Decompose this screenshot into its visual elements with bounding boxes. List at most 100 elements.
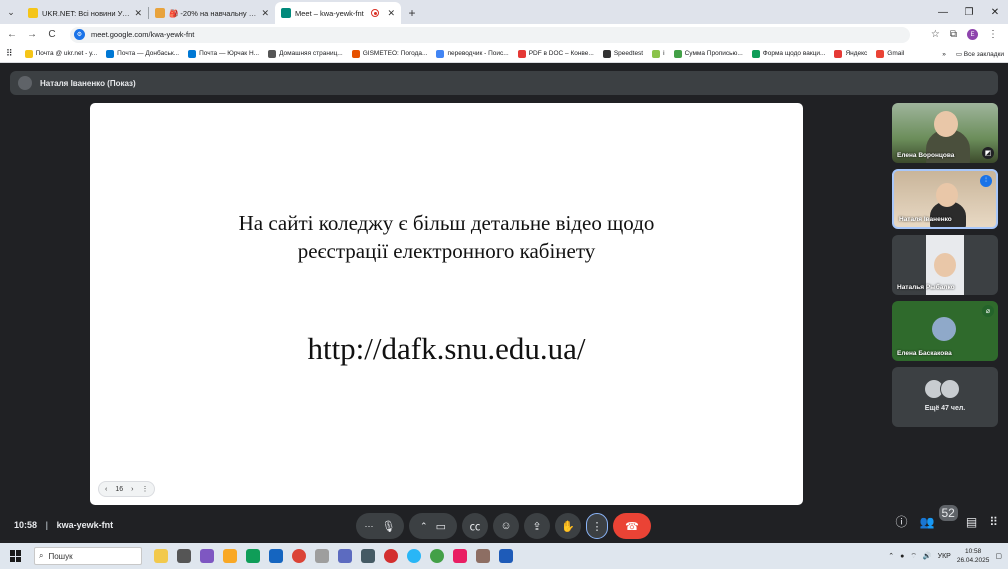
- present-icon: ⇪: [532, 520, 542, 533]
- extensions-icon[interactable]: ⧉: [950, 29, 957, 40]
- forward-icon[interactable]: →: [24, 29, 40, 40]
- bookmark-item[interactable]: Домашняя страниц...: [268, 49, 343, 58]
- profile-avatar[interactable]: E: [967, 29, 978, 40]
- task-view-icon[interactable]: [177, 549, 191, 563]
- bookmark-item[interactable]: Сумма Прописью...: [673, 49, 743, 58]
- outlook-icon[interactable]: [269, 549, 283, 563]
- more-audio-icon[interactable]: ⋯: [365, 521, 374, 532]
- bookmark-favicon-icon: [188, 49, 197, 58]
- chat-icon[interactable]: ▤: [966, 515, 977, 529]
- recording-icon: [371, 9, 380, 17]
- app-icon[interactable]: [315, 549, 329, 563]
- close-icon[interactable]: ✕: [134, 8, 142, 19]
- bookmark-item[interactable]: PDF в DOC – Конве...: [517, 49, 594, 58]
- microphone-button[interactable]: ⋯ 🎙: [356, 513, 404, 539]
- chrome-icon[interactable]: [292, 549, 306, 563]
- next-slide-icon[interactable]: ›: [131, 486, 133, 493]
- whatsapp-icon[interactable]: [430, 549, 444, 563]
- site-info-icon[interactable]: ⚙: [74, 29, 85, 40]
- participant-tile[interactable]: Елена Баскакова ⌀: [892, 301, 998, 361]
- bookmark-label: Почта — Донбаськ...: [117, 50, 180, 57]
- widgets-icon[interactable]: [154, 549, 168, 563]
- people-icon[interactable]: 👥52: [920, 504, 958, 529]
- photos-icon[interactable]: [476, 549, 490, 563]
- slide-line: реєстрації електронного кабінету: [297, 239, 596, 263]
- url-field[interactable]: ⚙ meet.google.com/kwa-yewk-fnt: [70, 26, 910, 43]
- participant-tile[interactable]: Наталя Іваненко ⦙: [892, 169, 998, 229]
- bookmark-item[interactable]: Почта @ ukr.net - у...: [24, 49, 97, 58]
- edge-icon[interactable]: [246, 549, 260, 563]
- menu-kebab-icon[interactable]: ⋮: [988, 29, 998, 40]
- chevron-up-icon[interactable]: ⌃: [888, 552, 894, 560]
- pager-menu-icon[interactable]: ⋮: [141, 485, 148, 493]
- file-explorer-icon[interactable]: [223, 549, 237, 563]
- close-icon[interactable]: ✕: [387, 8, 395, 19]
- clock-time: 10:58: [964, 548, 982, 555]
- tab-ukrnet[interactable]: UKR.NET: Всі новини України, ... ✕: [22, 2, 148, 24]
- taskbar-search[interactable]: ⌕ Пошук: [34, 547, 142, 565]
- close-icon[interactable]: ✕: [261, 8, 269, 19]
- ukrnet-favicon-icon: [28, 8, 38, 18]
- bookmark-item[interactable]: Почта — Юрчак Н...: [188, 49, 259, 58]
- all-bookmarks-button[interactable]: ▭ Все закладки: [956, 50, 1004, 58]
- bookmark-label: Домашняя страниц...: [279, 50, 343, 57]
- opera-icon[interactable]: [384, 549, 398, 563]
- bookmark-item[interactable]: Gmail: [876, 49, 904, 58]
- captions-button[interactable]: ㏄: [462, 513, 488, 539]
- tab-title: UKR.NET: Всі новини України, ...: [42, 8, 130, 18]
- bookmark-item[interactable]: Speedtest: [602, 49, 643, 58]
- restore-icon[interactable]: ❐: [956, 0, 982, 24]
- reload-icon[interactable]: C: [44, 29, 60, 40]
- more-participants-tile[interactable]: Ещё 47 чел.: [892, 367, 998, 427]
- telegram-icon[interactable]: [407, 549, 421, 563]
- new-tab-button[interactable]: +: [401, 2, 423, 24]
- more-options-button[interactable]: ⋮: [586, 513, 608, 539]
- word-icon[interactable]: [499, 549, 513, 563]
- reactions-button[interactable]: ☺: [493, 513, 519, 539]
- notifications-icon[interactable]: ▢: [995, 552, 1002, 560]
- camera-button[interactable]: ⌃ ▭: [409, 513, 457, 539]
- participant-tile[interactable]: Елена Воронцова ◩: [892, 103, 998, 163]
- tab-meet[interactable]: Meet – kwa-yewk-fnt ✕: [275, 2, 401, 24]
- teams-icon[interactable]: [338, 549, 352, 563]
- chevron-up-icon[interactable]: ⌃: [420, 521, 428, 532]
- tray-app-icon[interactable]: ●: [900, 553, 904, 560]
- all-bookmarks-label: Все закладки: [963, 51, 1004, 58]
- activities-icon[interactable]: ⠿: [989, 515, 998, 529]
- bookmark-item[interactable]: Форма щодо вакци...: [751, 49, 825, 58]
- bookmark-item[interactable]: Почта — Донбаськ...: [106, 49, 180, 58]
- leave-call-button[interactable]: ☎: [613, 513, 651, 539]
- bookmark-item[interactable]: і: [652, 49, 665, 58]
- raise-hand-button[interactable]: ✋: [555, 513, 581, 539]
- tab-search-icon[interactable]: ⌄: [0, 0, 22, 24]
- bookmark-star-icon[interactable]: ☆: [931, 29, 940, 40]
- bookmark-item[interactable]: GISMETEO: Погода...: [351, 49, 427, 58]
- language-indicator[interactable]: УКР: [938, 553, 951, 560]
- back-icon[interactable]: ←: [4, 29, 20, 40]
- participant-tile[interactable]: Наталья Рыбалко: [892, 235, 998, 295]
- participant-name: Наталья Рыбалко: [897, 284, 955, 291]
- tab-discount[interactable]: 🎒 -20% на навчальну програму ✕: [149, 2, 275, 24]
- viber-icon[interactable]: [453, 549, 467, 563]
- windows-start-icon[interactable]: [10, 550, 22, 562]
- pin-icon[interactable]: ◩: [982, 147, 994, 159]
- bookmark-favicon-icon: [24, 49, 33, 58]
- bookmark-favicon-icon: [652, 49, 661, 58]
- info-icon[interactable]: ⓘ: [896, 513, 908, 530]
- copilot-icon[interactable]: [200, 549, 214, 563]
- present-button[interactable]: ⇪: [524, 513, 550, 539]
- volume-icon[interactable]: 🔊: [923, 552, 932, 560]
- network-icon[interactable]: ⌔: [910, 552, 917, 561]
- apps-grid-icon[interactable]: ⠿: [6, 48, 13, 59]
- bookmark-favicon-icon: [106, 49, 115, 58]
- bookmark-label: PDF в DOC – Конве...: [528, 50, 594, 57]
- bookmark-item[interactable]: переводчик - Поис...: [436, 49, 509, 58]
- minimize-icon[interactable]: —: [930, 0, 956, 24]
- bookmark-label: переводчик - Поис...: [447, 50, 509, 57]
- window-close-icon[interactable]: ✕: [982, 0, 1008, 24]
- calculator-icon[interactable]: [361, 549, 375, 563]
- prev-slide-icon[interactable]: ‹: [105, 486, 107, 493]
- bookmark-item[interactable]: Яндекс: [834, 49, 867, 58]
- taskbar-clock[interactable]: 10:58 26.04.2025: [957, 547, 990, 565]
- more-bookmarks-button[interactable]: »: [942, 51, 946, 58]
